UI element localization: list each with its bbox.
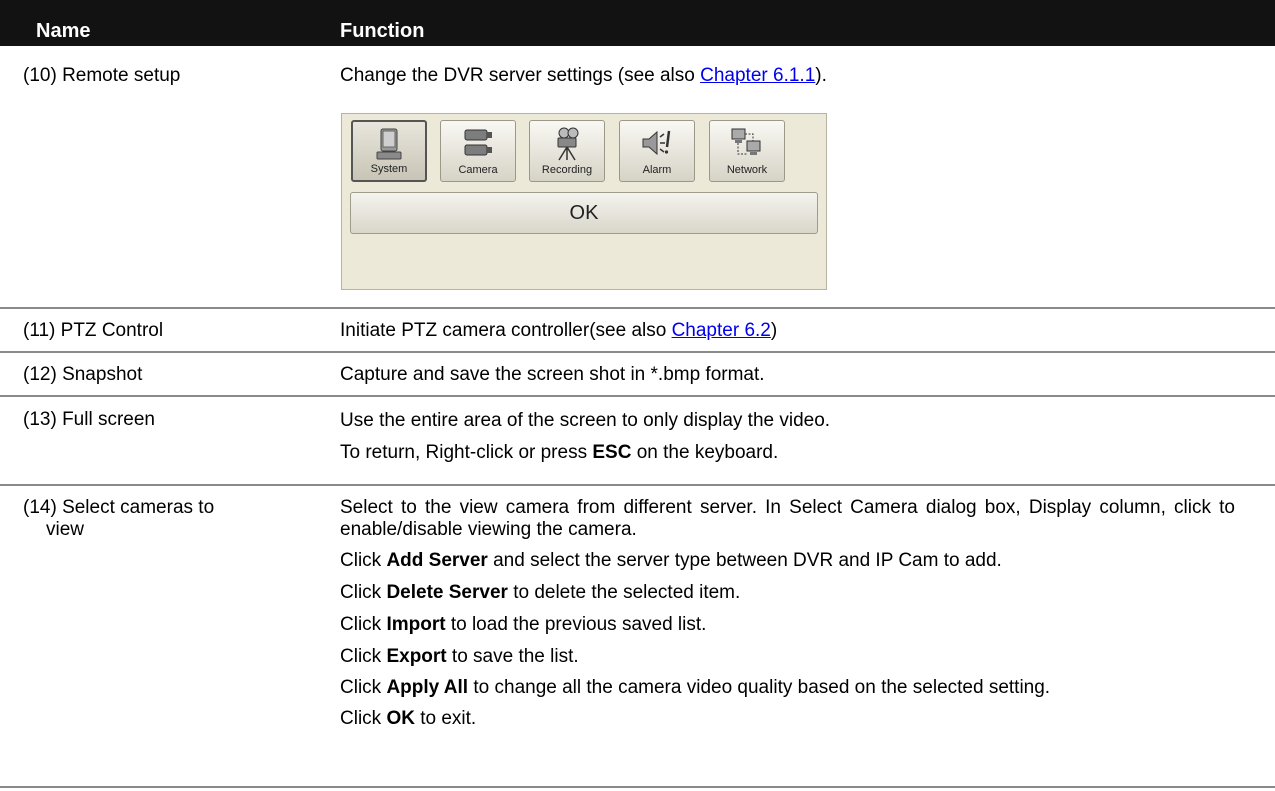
alarm-speaker-icon xyxy=(642,130,671,156)
row-name-full-screen: (13) Full screen xyxy=(23,409,155,430)
desc-text: ). xyxy=(815,65,827,86)
row-desc-full-screen: Use the entire area of the screen to onl… xyxy=(340,409,1235,473)
camera-icon xyxy=(464,129,492,156)
row-divider xyxy=(0,786,1275,788)
row-name-select-cameras: (14) Select cameras to view xyxy=(23,497,215,540)
desc-text: ) xyxy=(770,320,778,341)
recording-button-label: Recording xyxy=(541,164,593,176)
network-button[interactable]: Network xyxy=(709,120,785,182)
desc-paragraph: Click Export to save the list. xyxy=(340,646,579,667)
camera-button-label: Camera xyxy=(458,164,498,176)
desc-paragraph: Click OK to exit. xyxy=(340,708,477,729)
desc-paragraph: To return, Right-click or press ESC on t… xyxy=(340,442,779,463)
row-name-remote-setup: (10) Remote setup xyxy=(23,65,181,86)
network-button-label: Network xyxy=(726,164,768,176)
remote-setup-dialog: System Camera Recording Alarm Network OK xyxy=(341,113,827,290)
row-desc-snapshot: Capture and save the screen shot in *.bm… xyxy=(340,364,765,385)
ok-button[interactable]: OK xyxy=(350,192,818,234)
network-icon xyxy=(731,128,761,155)
chapter-link[interactable]: Chapter 6.1.1 xyxy=(700,65,815,86)
row-desc-select-cameras: Select to the view camera from different… xyxy=(340,497,1235,739)
row-desc-remote-setup: Change the DVR server settings (see also… xyxy=(340,65,1235,87)
system-button-label: System xyxy=(370,163,408,175)
row-divider xyxy=(0,395,1275,397)
chapter-link[interactable]: Chapter 6.2 xyxy=(672,320,771,341)
alarm-button[interactable]: Alarm xyxy=(619,120,695,182)
system-button[interactable]: System xyxy=(351,120,427,182)
video-camera-icon xyxy=(557,127,579,161)
row-name-ptz-control: (11) PTZ Control xyxy=(23,320,164,341)
row-desc-ptz-control: Initiate PTZ camera controller(see also … xyxy=(340,320,1235,342)
desc-text: Initiate PTZ camera controller(see also xyxy=(340,320,672,341)
recording-button[interactable]: Recording xyxy=(529,120,605,182)
desc-text: Change the DVR server settings (see also xyxy=(340,65,701,86)
row-divider xyxy=(0,351,1275,353)
table-header: Name Function xyxy=(0,0,1275,46)
desc-paragraph: Click Apply All to change all the camera… xyxy=(340,677,1051,698)
alarm-button-label: Alarm xyxy=(642,164,672,176)
function-column-header: Function xyxy=(340,20,425,42)
row-divider xyxy=(0,484,1275,486)
desc-paragraph: Click Delete Server to delete the select… xyxy=(340,582,741,603)
desc-paragraph: Select to the view camera from different… xyxy=(340,497,1235,540)
row-name-snapshot: (12) Snapshot xyxy=(23,364,143,385)
camera-button[interactable]: Camera xyxy=(440,120,516,182)
row-divider xyxy=(0,307,1275,309)
desc-paragraph: Click Add Server and select the server t… xyxy=(340,550,1002,571)
desc-paragraph: Click Import to load the previous saved … xyxy=(340,614,707,635)
desc-paragraph: Use the entire area of the screen to onl… xyxy=(340,410,831,431)
name-column-header: Name xyxy=(36,20,91,42)
computer-icon xyxy=(376,128,402,160)
